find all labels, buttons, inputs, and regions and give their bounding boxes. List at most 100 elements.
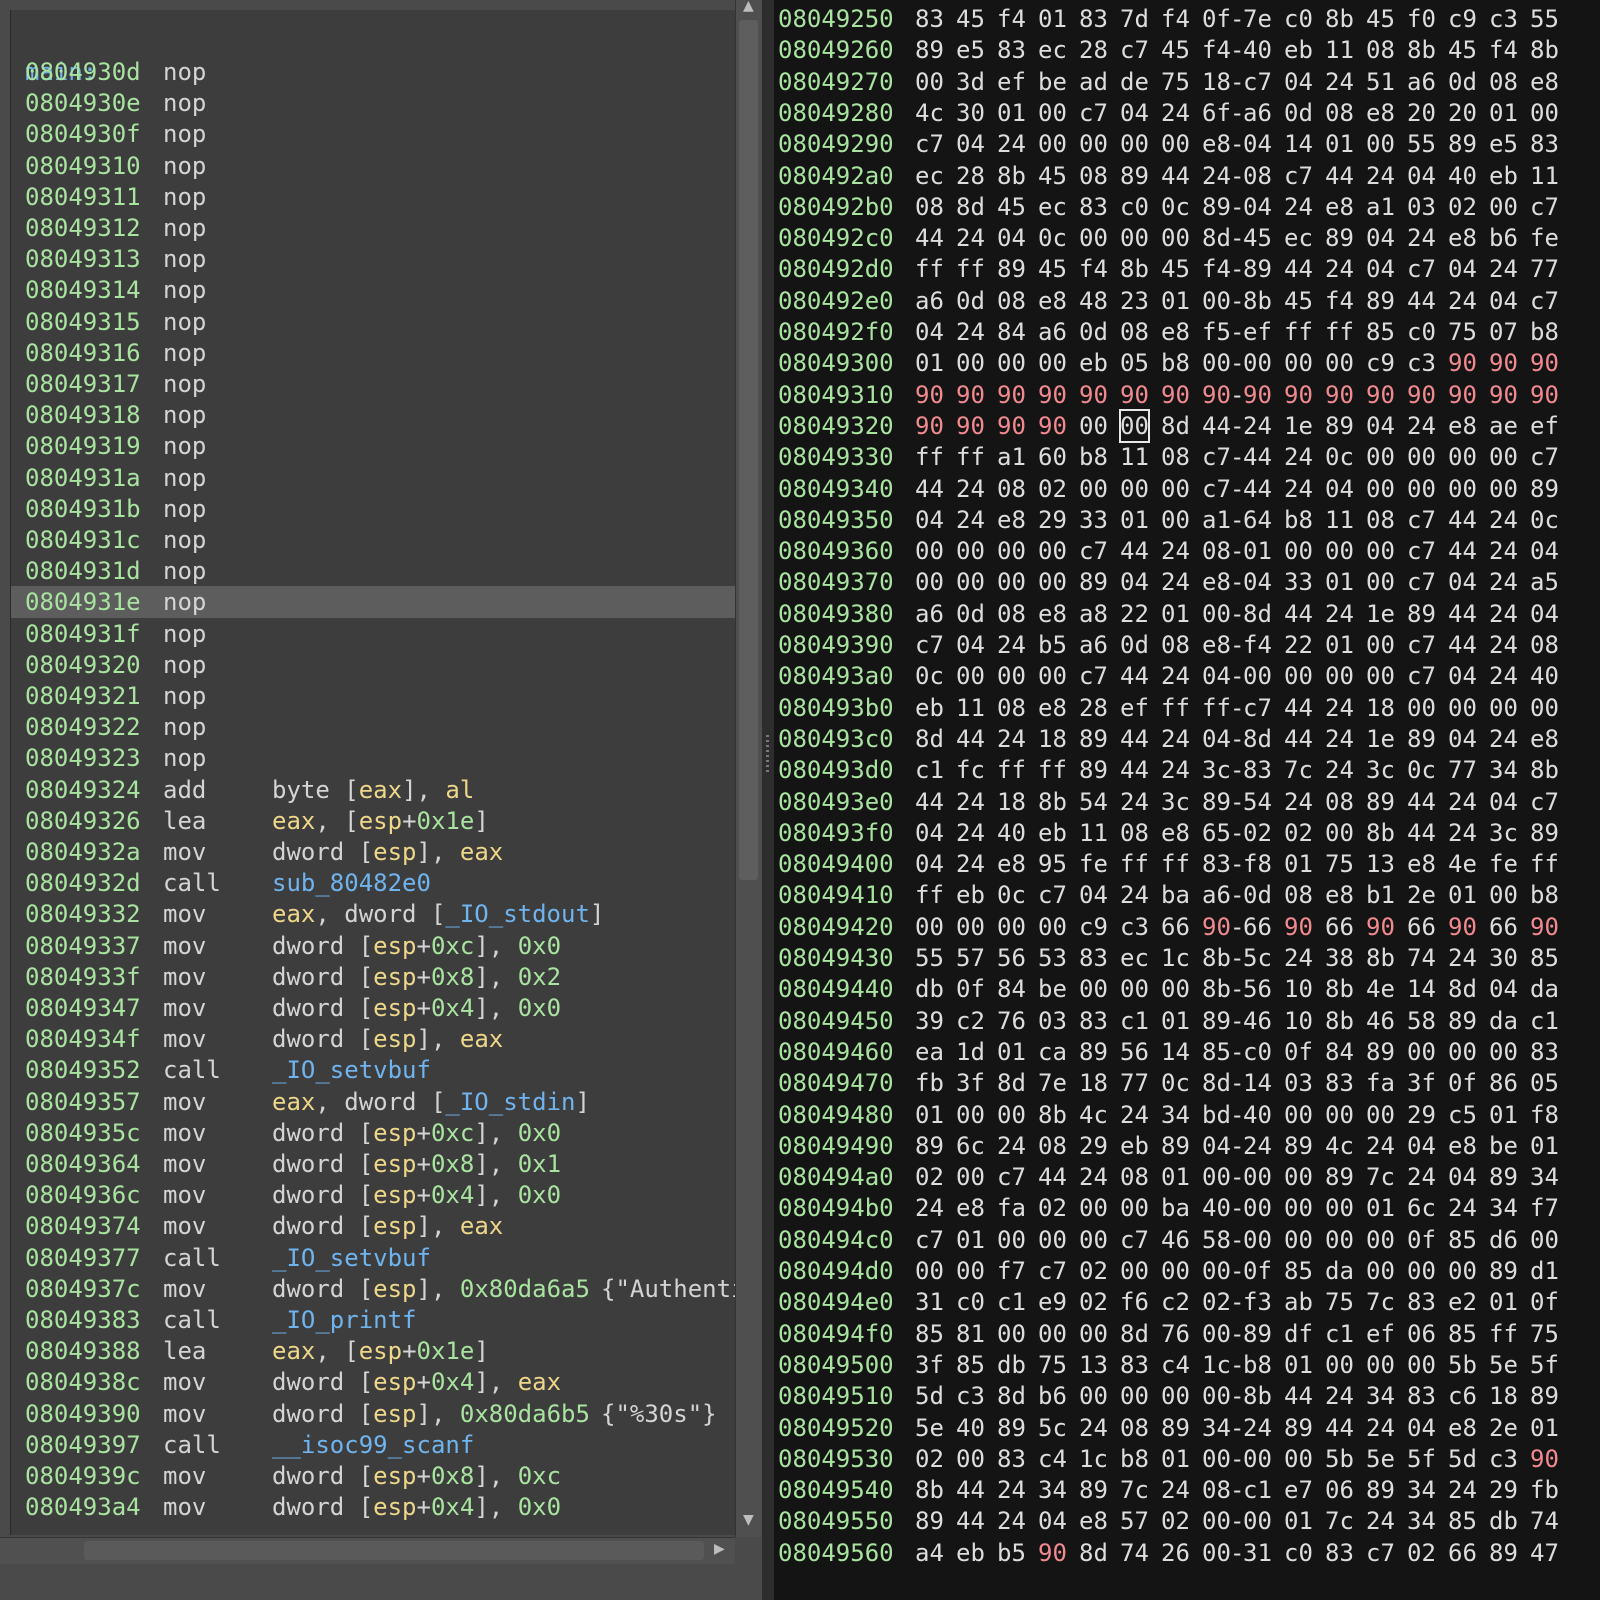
hex-byte[interactable]: 02 bbox=[1079, 1286, 1108, 1318]
hex-byte[interactable]: a6 bbox=[1079, 629, 1108, 661]
disassembly-listing[interactable]: main: 0804930d nop 0804930e nop 0804930f nop 0… bbox=[10, 10, 736, 1535]
instruction-operands[interactable]: dword [esp+0xc], 0x0 bbox=[272, 930, 561, 962]
hex-byte[interactable]: 7c bbox=[1120, 1474, 1149, 1506]
hex-byte[interactable]: 00 bbox=[1407, 1255, 1436, 1287]
hex-row[interactable]: 080494d0 00 00 f7 c7 02 00 00 00-0f 85 da 00 00 00 89 d… bbox=[774, 1255, 1600, 1287]
hex-byte[interactable]: 01 bbox=[1161, 598, 1190, 630]
instruction-address[interactable]: 08049324 bbox=[25, 774, 141, 806]
hex-byte[interactable]: 00 bbox=[1448, 441, 1477, 473]
hex-row-address[interactable]: 080493d0 bbox=[778, 754, 894, 786]
hex-byte[interactable]: ff bbox=[956, 441, 985, 473]
hex-byte[interactable]: 24 bbox=[1325, 692, 1354, 724]
disasm-row[interactable]: 0804931d nop bbox=[11, 555, 736, 587]
hex-byte[interactable]: 40 bbox=[1202, 1192, 1231, 1224]
hex-byte[interactable]: 08 bbox=[1489, 66, 1518, 98]
instruction-address[interactable]: 08049388 bbox=[25, 1335, 141, 1367]
hex-row-address[interactable]: 080494f0 bbox=[778, 1318, 894, 1350]
hex-byte[interactable]: 47 bbox=[1530, 1537, 1559, 1569]
hex-byte[interactable]: e8 bbox=[1530, 723, 1559, 755]
hex-byte[interactable]: 74 bbox=[1530, 1505, 1559, 1537]
disasm-row[interactable]: 08049315 nop bbox=[11, 306, 736, 338]
hex-row-address[interactable]: 08049430 bbox=[778, 942, 894, 974]
hex-byte[interactable]: 04 bbox=[956, 128, 985, 160]
hex-byte[interactable]: ff bbox=[1120, 848, 1149, 880]
hex-byte[interactable]: 00 bbox=[1038, 566, 1067, 598]
hex-byte[interactable]: be bbox=[1489, 1130, 1518, 1162]
hex-byte[interactable]: 89 bbox=[1325, 410, 1354, 442]
hex-row[interactable]: 080492f0 04 24 84 a6 0d 08 e8 f5- ef ff ff 85 c0 75 07 b… bbox=[774, 316, 1600, 348]
pane-splitter[interactable] bbox=[762, 0, 774, 1600]
hex-byte[interactable]: 00 bbox=[1038, 97, 1067, 129]
hex-byte[interactable]: 89 bbox=[1202, 191, 1231, 223]
hex-row[interactable]: 08049350 04 24 e8 29 33 01 00 a1-64 b8 11 08 c7 44 24 0… bbox=[774, 504, 1600, 536]
hex-byte[interactable]: e8 bbox=[1530, 66, 1559, 98]
hex-byte[interactable]: 89 bbox=[1366, 285, 1395, 317]
hex-byte[interactable]: 89 bbox=[1120, 160, 1149, 192]
hex-row[interactable]: 08049530 02 00 83 c4 1c b8 01 00-00 00 5b 5e 5f 5d c3 9… bbox=[774, 1443, 1600, 1475]
hex-byte[interactable]: 24 bbox=[1448, 1474, 1477, 1506]
hex-byte[interactable]: 44 bbox=[1448, 535, 1477, 567]
hex-byte[interactable]: 33 bbox=[1079, 504, 1108, 536]
hex-byte[interactable]: 90 bbox=[1448, 911, 1477, 943]
instruction-operands[interactable]: __isoc99_scanf bbox=[272, 1429, 474, 1461]
hex-byte[interactable]: 3f bbox=[956, 1067, 985, 1099]
hex-byte[interactable]: 33 bbox=[1284, 566, 1313, 598]
hex-row-address[interactable]: 080493c0 bbox=[778, 723, 894, 755]
hex-byte[interactable]: 24 bbox=[1325, 253, 1354, 285]
hex-byte[interactable]: 38 bbox=[1325, 942, 1354, 974]
hex-byte[interactable]: 00 bbox=[956, 535, 985, 567]
hex-byte[interactable]: 02 bbox=[1284, 817, 1313, 849]
hex-row[interactable]: 080493b0 eb 11 08 e8 28 ef ff ff - c7 44 24 18 00 00 00 0… bbox=[774, 692, 1600, 724]
hex-row[interactable]: 08049550 89 44 24 04 e8 57 02 00-00 01 7c 24 34 85 db 7… bbox=[774, 1505, 1600, 1537]
hex-row[interactable]: 08049420 00 00 00 00 c9 c3 66 90-66 90 66 90 66 90 66 9… bbox=[774, 911, 1600, 943]
hex-byte[interactable]: 11 bbox=[1120, 441, 1149, 473]
hex-byte[interactable]: c1 bbox=[1243, 1474, 1272, 1506]
hex-byte[interactable]: e8 bbox=[1202, 128, 1231, 160]
hex-byte[interactable]: 81 bbox=[956, 1318, 985, 1350]
instruction-operands[interactable]: dword [esp], eax bbox=[272, 1023, 503, 1055]
hex-byte[interactable]: 00 bbox=[1448, 473, 1477, 505]
hex-byte[interactable]: db bbox=[1489, 1505, 1518, 1537]
hex-byte[interactable]: e5 bbox=[1489, 128, 1518, 160]
hex-byte[interactable]: 64 bbox=[1243, 504, 1272, 536]
hex-byte[interactable]: eb bbox=[1079, 347, 1108, 379]
hex-byte[interactable]: 00 bbox=[1284, 347, 1313, 379]
hex-byte[interactable]: 31 bbox=[1243, 1537, 1272, 1569]
instruction-mnemonic[interactable]: nop bbox=[163, 618, 206, 650]
hex-byte[interactable]: 07 bbox=[1489, 316, 1518, 348]
scroll-down-arrow-icon[interactable]: ▼ bbox=[743, 1512, 754, 1528]
hex-row-address[interactable]: 080493f0 bbox=[778, 817, 894, 849]
instruction-mnemonic[interactable]: nop bbox=[163, 306, 206, 338]
hex-byte[interactable]: 0d bbox=[1284, 97, 1313, 129]
instruction-mnemonic[interactable]: call bbox=[163, 1242, 221, 1274]
hex-byte[interactable]: 06 bbox=[1407, 1318, 1436, 1350]
hex-byte[interactable]: 75 bbox=[1161, 66, 1190, 98]
hex-byte[interactable]: 24 bbox=[1448, 1192, 1477, 1224]
instruction-mnemonic[interactable]: nop bbox=[163, 742, 206, 774]
hex-byte[interactable]: f4 bbox=[1489, 34, 1518, 66]
hex-byte[interactable]: 23 bbox=[1120, 285, 1149, 317]
hex-byte[interactable]: 77 bbox=[1530, 253, 1559, 285]
hex-byte[interactable]: 57 bbox=[956, 942, 985, 974]
hex-byte[interactable]: 3f bbox=[915, 1349, 944, 1381]
hex-byte[interactable]: 18 bbox=[1038, 723, 1067, 755]
hex-byte[interactable]: 01 bbox=[915, 1099, 944, 1131]
instruction-mnemonic[interactable]: nop bbox=[163, 368, 206, 400]
hex-byte[interactable]: 89 bbox=[915, 1505, 944, 1537]
hex-byte[interactable]: 08 bbox=[1038, 1130, 1067, 1162]
disasm-row[interactable]: 08049319 nop bbox=[11, 430, 736, 462]
scroll-right-arrow-icon[interactable]: ▶ bbox=[714, 1541, 725, 1557]
hex-row[interactable]: 080494e0 31 c0 c1 e9 02 f6 c2 02- f3 ab 75 7c 83 e2 01 0… bbox=[774, 1286, 1600, 1318]
hex-byte[interactable]: 00 bbox=[1243, 1192, 1272, 1224]
hex-byte[interactable]: 00 bbox=[1202, 598, 1231, 630]
hex-byte[interactable]: 04 bbox=[1120, 566, 1149, 598]
hex-byte[interactable]: 0f bbox=[956, 973, 985, 1005]
hex-byte[interactable]: 8d bbox=[956, 191, 985, 223]
hex-byte[interactable]: 24 bbox=[915, 1192, 944, 1224]
hex-byte[interactable]: 6c bbox=[1407, 1192, 1436, 1224]
hex-byte[interactable]: 24 bbox=[997, 1505, 1026, 1537]
instruction-address[interactable]: 08049312 bbox=[25, 212, 141, 244]
hex-byte[interactable]: 44 bbox=[915, 473, 944, 505]
hex-byte[interactable]: 90 bbox=[1448, 379, 1477, 411]
hex-byte[interactable]: 89 bbox=[1325, 1161, 1354, 1193]
